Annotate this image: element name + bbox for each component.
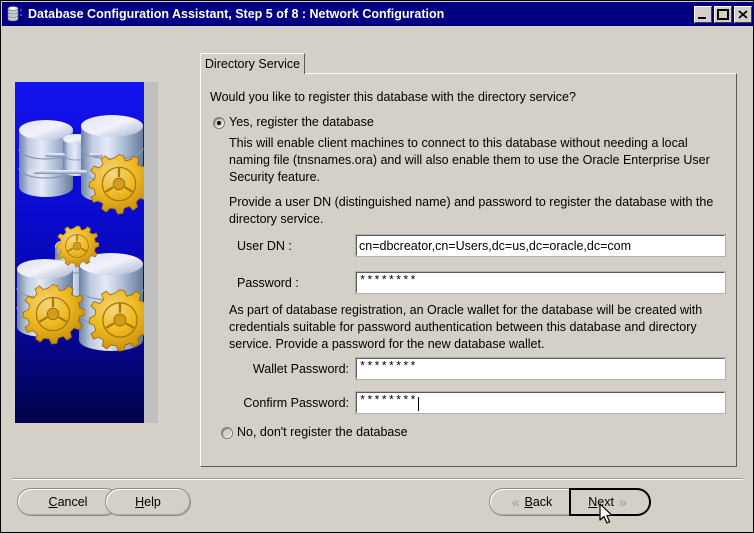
- radio-yes-indicator[interactable]: [213, 117, 225, 129]
- radio-yes-register[interactable]: Yes, register the database: [213, 115, 374, 130]
- help-button-label: Help: [135, 495, 161, 509]
- radio-no-label: No, don't register the database: [237, 425, 408, 439]
- minimize-button[interactable]: [694, 5, 712, 23]
- cancel-button[interactable]: Cancel: [17, 488, 119, 516]
- radio-no-register[interactable]: No, don't register the database: [221, 425, 408, 440]
- content-panel: Would you like to register this database…: [200, 73, 737, 467]
- yes-description: This will enable client machines to conn…: [229, 136, 710, 184]
- tab-directory-service[interactable]: Directory Service: [200, 53, 305, 74]
- tab-label: Directory Service: [204, 57, 301, 71]
- wizard-illustration: [15, 82, 158, 423]
- application-window: Database Configuration Assistant, Step 5…: [0, 0, 754, 533]
- password-input[interactable]: ********: [356, 272, 725, 293]
- close-button[interactable]: [734, 5, 752, 23]
- double-chevron-right-icon: »: [618, 494, 627, 510]
- wallet-instruction: As part of database registration, an Ora…: [229, 303, 703, 351]
- wallet-password-label: Wallet Password:: [252, 362, 349, 376]
- dn-instruction: Provide a user DN (distinguished name) a…: [229, 195, 714, 226]
- confirm-password-value: ********: [359, 393, 417, 408]
- illustration-canvas: [15, 82, 153, 423]
- help-button[interactable]: Help: [105, 488, 191, 516]
- database-icon: [6, 5, 24, 23]
- title-bar[interactable]: Database Configuration Assistant, Step 5…: [2, 2, 754, 26]
- password-label: Password :: [237, 276, 299, 290]
- next-button-label: Next: [588, 495, 614, 509]
- register-question: Would you like to register this database…: [210, 90, 576, 104]
- illustration-shadow-strip: [144, 82, 158, 423]
- confirm-password-input[interactable]: ********: [356, 392, 725, 413]
- user-dn-input[interactable]: cn=dbcreator,cn=Users,dc=us,dc=oracle,dc…: [356, 235, 725, 256]
- maximize-button[interactable]: [714, 5, 732, 23]
- wallet-password-value: ********: [359, 359, 417, 374]
- next-button[interactable]: Next »: [569, 488, 651, 516]
- password-value: ********: [359, 273, 417, 288]
- text-caret: [417, 396, 419, 411]
- user-dn-label: User DN :: [237, 239, 292, 253]
- confirm-password-label: Confirm Password:: [243, 396, 349, 410]
- back-button-label: Back: [524, 495, 553, 509]
- double-chevron-left-icon: «: [511, 494, 520, 510]
- radio-yes-label: Yes, register the database: [229, 115, 374, 129]
- user-dn-value: cn=dbcreator,cn=Users,dc=us,dc=oracle,dc…: [359, 238, 632, 253]
- navigation-button-group: « Back Next »: [489, 488, 651, 516]
- cancel-button-label: Cancel: [48, 495, 88, 509]
- radio-no-indicator[interactable]: [221, 427, 233, 439]
- back-button[interactable]: « Back: [489, 488, 570, 516]
- footer-separator: [13, 478, 743, 480]
- wallet-password-input[interactable]: ********: [356, 358, 725, 379]
- window-title: Database Configuration Assistant, Step 5…: [28, 7, 445, 21]
